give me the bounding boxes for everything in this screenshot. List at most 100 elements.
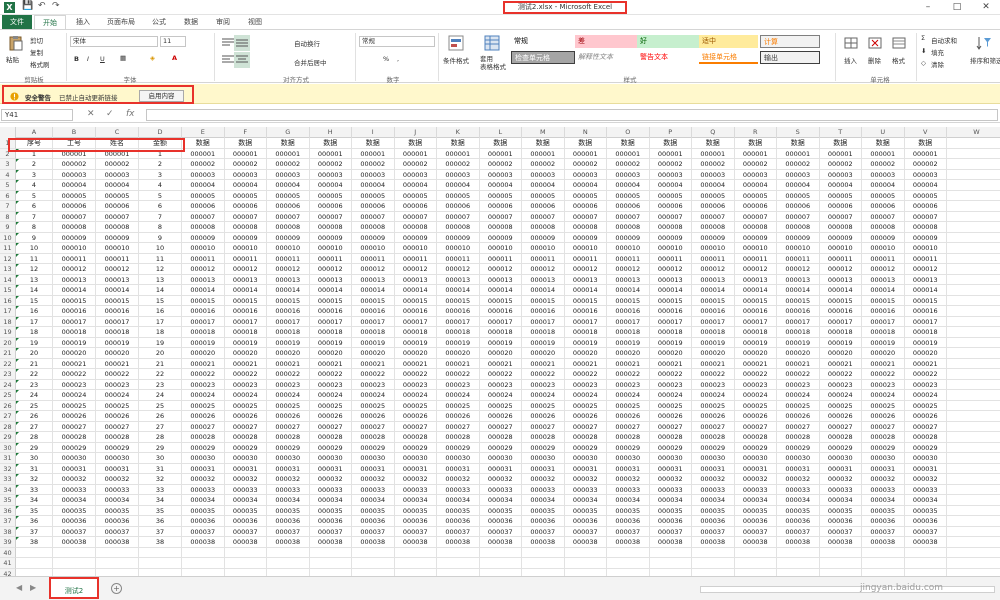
- cell[interactable]: 000012: [692, 264, 735, 275]
- cell[interactable]: 000014: [649, 285, 692, 296]
- cell[interactable]: 000027: [182, 421, 225, 432]
- cell[interactable]: 000028: [692, 432, 735, 443]
- cell[interactable]: 000022: [309, 369, 352, 380]
- cell[interactable]: 000030: [564, 453, 607, 464]
- cell[interactable]: 000022: [479, 369, 522, 380]
- cell[interactable]: 000038: [734, 537, 777, 548]
- cell[interactable]: 000033: [224, 484, 267, 495]
- cell[interactable]: 000030: [479, 453, 522, 464]
- cell[interactable]: 000037: [352, 526, 395, 537]
- cell[interactable]: 000014: [777, 285, 820, 296]
- cell[interactable]: [522, 568, 565, 576]
- cell[interactable]: 000022: [777, 369, 820, 380]
- cell[interactable]: 000009: [607, 232, 650, 243]
- cell[interactable]: 10: [16, 243, 53, 254]
- cell[interactable]: 000037: [53, 526, 96, 537]
- cell[interactable]: [139, 547, 182, 558]
- cell[interactable]: 000022: [224, 369, 267, 380]
- column-header-h[interactable]: H: [310, 127, 352, 138]
- cell[interactable]: 000005: [904, 190, 947, 201]
- cell[interactable]: 000036: [53, 516, 96, 527]
- cell[interactable]: 000025: [224, 400, 267, 411]
- cell[interactable]: 000027: [649, 421, 692, 432]
- cell[interactable]: 000025: [819, 400, 862, 411]
- cell[interactable]: 000024: [862, 390, 905, 401]
- column-header-f[interactable]: F: [225, 127, 267, 138]
- cell[interactable]: 000031: [352, 463, 395, 474]
- cell[interactable]: 000022: [862, 369, 905, 380]
- cell[interactable]: 000038: [819, 537, 862, 548]
- cell[interactable]: 数据: [734, 138, 777, 149]
- cell[interactable]: 000026: [734, 411, 777, 422]
- column-header-q[interactable]: Q: [692, 127, 735, 138]
- cell[interactable]: 000033: [734, 484, 777, 495]
- cell[interactable]: 000008: [394, 222, 437, 233]
- cell[interactable]: 000037: [734, 526, 777, 537]
- cell[interactable]: 000024: [607, 390, 650, 401]
- cell[interactable]: [53, 568, 96, 576]
- cell[interactable]: 000021: [692, 358, 735, 369]
- cell[interactable]: 000006: [437, 201, 480, 212]
- sort-filter-icon[interactable]: [976, 35, 992, 51]
- cell[interactable]: 000023: [267, 379, 310, 390]
- cell[interactable]: 000010: [649, 243, 692, 254]
- cell[interactable]: [947, 516, 1000, 527]
- row-header[interactable]: 27: [0, 411, 16, 422]
- cell[interactable]: 000008: [819, 222, 862, 233]
- cell[interactable]: 000016: [522, 306, 565, 317]
- cell[interactable]: 000003: [777, 169, 820, 180]
- cell[interactable]: 000013: [224, 274, 267, 285]
- cancel-icon[interactable]: ✕: [87, 109, 95, 119]
- cell[interactable]: 000003: [182, 169, 225, 180]
- cell[interactable]: 000024: [777, 390, 820, 401]
- cell[interactable]: [947, 264, 1000, 275]
- cell[interactable]: [352, 558, 395, 569]
- column-header-i[interactable]: I: [352, 127, 395, 138]
- cell[interactable]: 000018: [479, 327, 522, 338]
- cell[interactable]: 000027: [862, 421, 905, 432]
- cell[interactable]: 000034: [819, 495, 862, 506]
- cell[interactable]: 000026: [309, 411, 352, 422]
- cell[interactable]: 000032: [564, 474, 607, 485]
- row-header[interactable]: 25: [0, 390, 16, 401]
- column-header-n[interactable]: N: [565, 127, 607, 138]
- cell[interactable]: 000009: [437, 232, 480, 243]
- cell[interactable]: 000017: [182, 316, 225, 327]
- cell[interactable]: 000012: [182, 264, 225, 275]
- format-cells-button[interactable]: 格式: [892, 55, 905, 65]
- cell[interactable]: 27: [139, 421, 182, 432]
- cell[interactable]: 000005: [352, 190, 395, 201]
- cell[interactable]: 000031: [182, 463, 225, 474]
- cell[interactable]: 000038: [862, 537, 905, 548]
- paste-button[interactable]: 粘贴: [6, 54, 19, 64]
- cell[interactable]: 000004: [352, 180, 395, 191]
- column-header-b[interactable]: B: [53, 127, 96, 138]
- cell[interactable]: 7: [16, 211, 53, 222]
- cell[interactable]: 2: [139, 159, 182, 170]
- cell[interactable]: 000005: [607, 190, 650, 201]
- cell[interactable]: 000025: [522, 400, 565, 411]
- cell[interactable]: [182, 568, 225, 576]
- cell[interactable]: 000018: [734, 327, 777, 338]
- column-header-d[interactable]: D: [139, 127, 182, 138]
- cell[interactable]: 6: [139, 201, 182, 212]
- cell[interactable]: 000001: [862, 148, 905, 159]
- cell[interactable]: 000010: [862, 243, 905, 254]
- cell[interactable]: 000030: [352, 453, 395, 464]
- cell[interactable]: [947, 159, 1000, 170]
- cell[interactable]: 000003: [649, 169, 692, 180]
- row-header[interactable]: 29: [0, 432, 16, 443]
- cell[interactable]: 29: [16, 442, 53, 453]
- enable-content-button[interactable]: 启用内容: [139, 90, 184, 102]
- cell[interactable]: 000007: [819, 211, 862, 222]
- cell[interactable]: [53, 558, 96, 569]
- cell[interactable]: 000031: [819, 463, 862, 474]
- cell[interactable]: 000016: [904, 306, 947, 317]
- paste-icon[interactable]: [8, 35, 24, 51]
- cell[interactable]: 000034: [352, 495, 395, 506]
- tab-insert[interactable]: 插入: [70, 15, 96, 29]
- cell[interactable]: 000008: [182, 222, 225, 233]
- cell[interactable]: 000003: [607, 169, 650, 180]
- cell[interactable]: [649, 558, 692, 569]
- cell[interactable]: 000005: [224, 190, 267, 201]
